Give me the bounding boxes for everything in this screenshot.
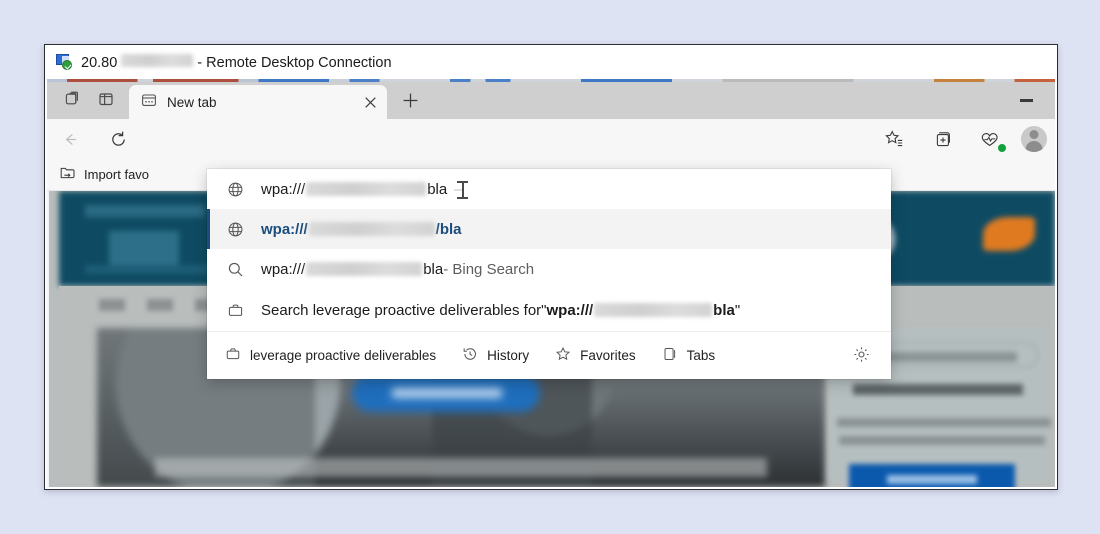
minimize-button[interactable] [1013,91,1039,109]
toolbar-actions [877,119,1047,159]
suggestions-footer: leverage proactive deliverables History [207,331,891,379]
rdp-title-redacted [121,53,194,67]
history-clock-icon [462,346,478,365]
suggestion-suffix: bla [423,260,444,278]
collections-icon[interactable] [925,124,959,154]
browser-tab-title: New tab [167,94,217,110]
rdp-title-bar: 20.80 - Remote Desktop Connection [45,45,1057,79]
suggestion-prefix: wpa:/// [261,180,306,198]
tab-actions-icon[interactable] [55,82,89,116]
suggestion-suffix: bla [427,180,448,198]
rdp-title-suffix: - Remote Desktop Connection [197,54,392,71]
gear-icon[interactable] [852,345,871,369]
close-icon[interactable] [359,91,381,113]
tab-strip: New tab [47,79,1055,119]
address-bar-suggestions: wpa:///bla – wpa:////bla wpa:/// bla - B… [207,169,891,379]
browser-tab[interactable]: New tab [129,85,387,119]
suggestion-prefix: wpa:/// [261,220,308,238]
search-icon [225,259,245,279]
suggestion-text: wpa:/// /bla [261,221,462,238]
globe-icon [225,179,245,199]
suggestion-redacted [308,222,435,236]
back-arrow-icon[interactable] [53,124,87,154]
favorites-star-icon [555,346,571,365]
suggestion-suffix: /bla [435,220,462,238]
footer-favorites[interactable]: Favorites [555,346,636,365]
search-query-prefix: wpa:/// [546,301,594,319]
refresh-icon[interactable] [101,124,135,154]
browser-essentials-icon[interactable] [973,124,1007,154]
status-badge [997,143,1007,153]
suggestion-row-selected[interactable]: wpa:/// /bla [207,209,891,249]
footer-history[interactable]: History [462,346,529,365]
favorites-star-icon[interactable] [877,124,911,154]
search-lead: Search leverage proactive deliverables f… [261,301,542,319]
suggestion-redacted [306,182,427,196]
search-query-redacted [594,303,713,317]
remote-desktop-taskbar-sliver [47,79,1055,82]
import-favorites-icon [59,164,76,186]
text-cursor-icon [457,181,468,199]
footer-profile[interactable]: leverage proactive deliverables [225,346,436,365]
remote-desktop-window: 20.80 - Remote Desktop Connection New ta… [44,44,1058,490]
suggestion-trailing: - Bing Search [443,260,535,278]
rdp-title-prefix: 20.80 [81,54,118,71]
new-tab-button[interactable] [395,85,425,115]
footer-tabs[interactable]: Tabs [662,346,716,365]
suggestion-row[interactable]: wpa:/// bla - Bing Search [207,249,891,289]
page-primary-button[interactable] [352,374,541,412]
suggestion-text: wpa:///bla – [261,181,463,198]
search-query-suffix: bla [713,301,735,319]
footer-favorites-label: Favorites [580,348,636,363]
work-briefcase-icon [225,346,241,365]
vertical-tabs-icon[interactable] [89,82,123,116]
suggestion-text: wpa:/// bla - Bing Search [261,261,534,278]
import-favorites-label[interactable]: Import favo [84,167,149,182]
page-side-button[interactable] [849,464,1015,487]
rdp-window-title: 20.80 - Remote Desktop Connection [81,53,392,71]
suggestion-redacted [306,262,423,276]
navigation-bar [47,119,1055,159]
work-briefcase-icon [225,300,245,320]
footer-profile-label: leverage proactive deliverables [250,348,437,363]
suggestion-row[interactable]: wpa:///bla – [207,169,891,209]
footer-tabs-label: Tabs [686,348,716,363]
footer-history-label: History [487,348,530,363]
suggestion-row-search-query[interactable]: Search leverage proactive deliverables f… [207,289,891,331]
remote-desktop-icon [55,54,73,70]
profile-avatar-icon[interactable] [1021,126,1047,152]
quote-close: " [734,301,741,319]
suggestion-prefix: wpa:/// [261,260,306,278]
new-tab-page-icon [141,92,157,113]
tabs-icon [662,346,678,365]
globe-icon [225,219,245,239]
suggestion-text: Search leverage proactive deliverables f… [261,302,740,319]
